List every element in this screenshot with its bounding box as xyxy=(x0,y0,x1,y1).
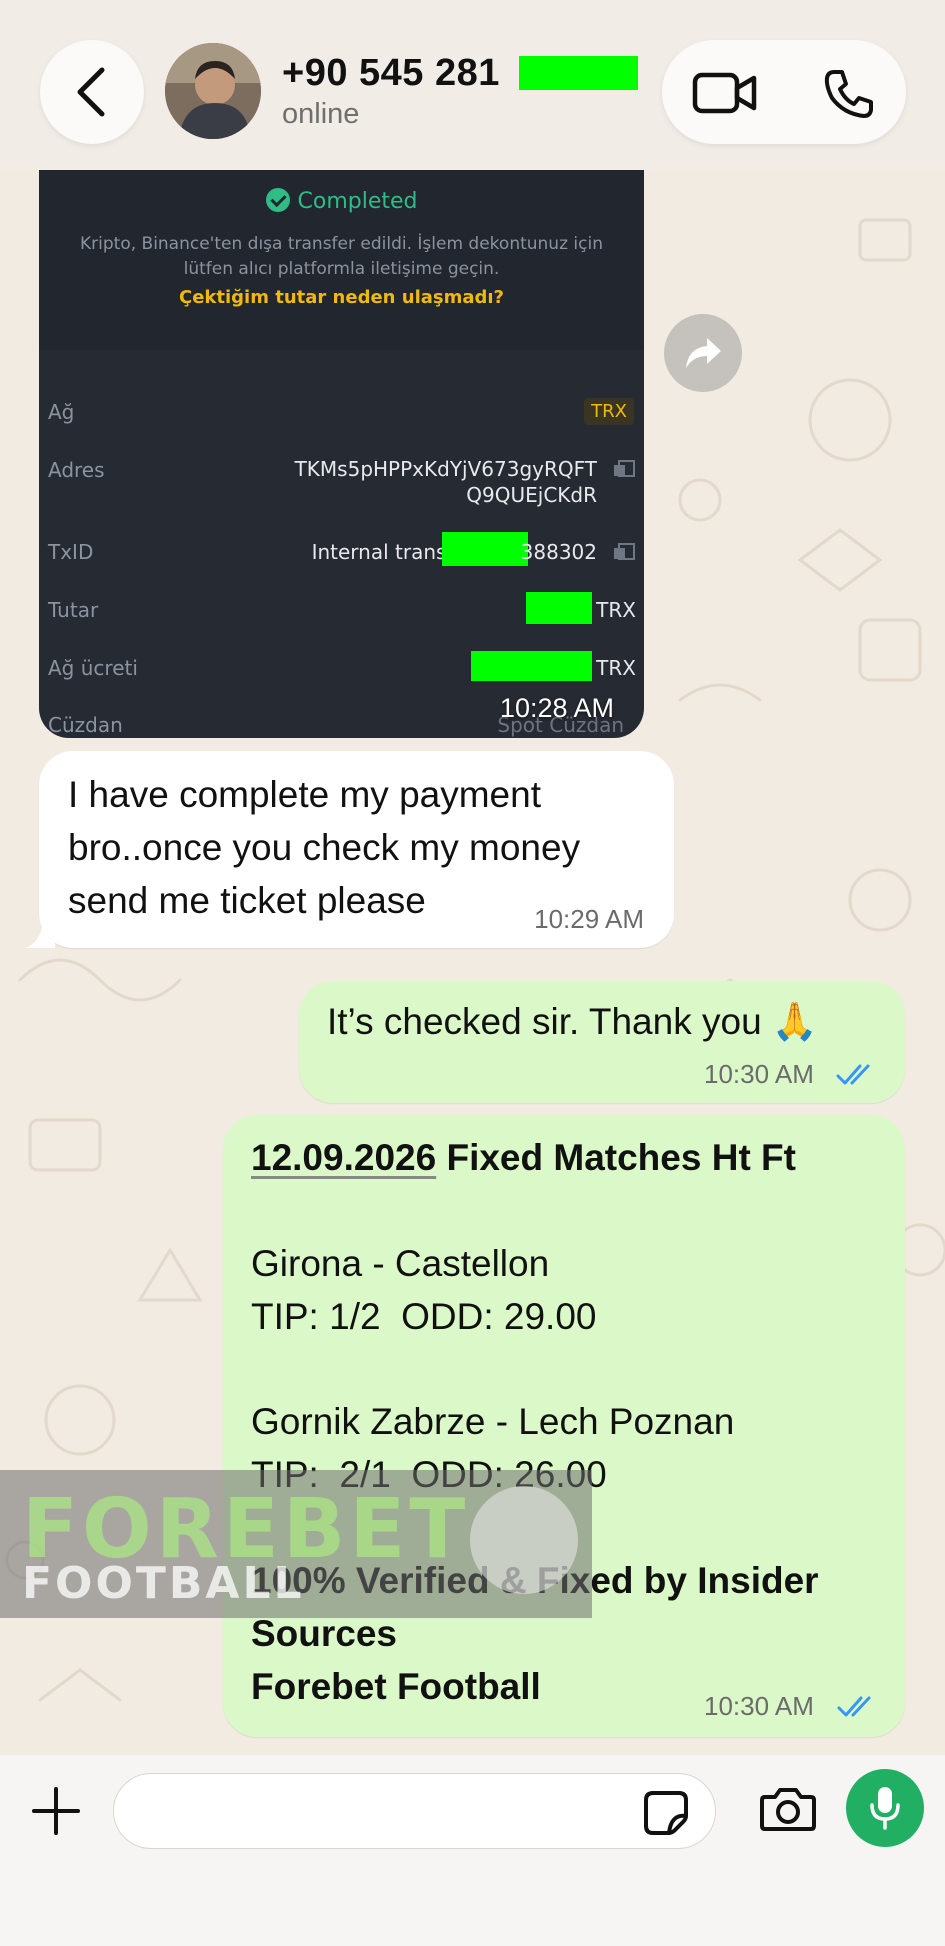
footer-line-2: Sources xyxy=(251,1613,398,1654)
soccer-ball-icon xyxy=(470,1486,578,1594)
microphone-icon xyxy=(870,1787,900,1830)
redaction-box xyxy=(471,651,592,681)
row-label-fee: Ağ ücreti xyxy=(48,656,138,680)
message-composer xyxy=(0,1755,945,1946)
network-badge: TRX xyxy=(584,398,634,425)
row-label-network: Ağ xyxy=(48,400,75,424)
camera-icon[interactable] xyxy=(759,1786,817,1832)
address-value: TKMs5pHPPxKdYjV673gyRQFT Q9QUEjCKdR xyxy=(294,457,597,507)
incoming-message[interactable]: I have complete my payment bro..once you… xyxy=(25,751,674,948)
copy-icon xyxy=(614,543,635,561)
watermark-line-2: FOOTBALL xyxy=(22,1558,305,1609)
redaction-box xyxy=(519,56,638,90)
transfer-note: Kripto, Binance'ten dışa transfer edildi… xyxy=(80,234,603,279)
video-camera-icon[interactable] xyxy=(692,70,758,116)
fee-unit: TRX xyxy=(596,656,636,680)
message-time: 10:28 AM xyxy=(499,693,614,723)
check-circle-icon xyxy=(265,188,290,212)
date-link[interactable]: 12.09.2026 xyxy=(251,1137,436,1178)
message-input[interactable] xyxy=(113,1773,716,1849)
message-time: 10:30 AM xyxy=(704,1691,814,1721)
message-text: It’s checked sir. Thank you 🙏 xyxy=(327,1001,818,1042)
match-2: Gornik Zabrze - Lech Poznan xyxy=(251,1401,735,1442)
redaction-box xyxy=(442,532,528,566)
read-ticks-icon xyxy=(837,1696,871,1717)
sticker-icon[interactable] xyxy=(643,1790,689,1836)
row-label-txid: TxID xyxy=(48,540,94,564)
tips-title: Fixed Matches Ht Ft xyxy=(446,1137,796,1178)
image-message[interactable]: Completed Kripto, Binance'ten dışa trans… xyxy=(39,170,644,738)
txid-suffix: 388302 xyxy=(520,540,597,564)
outgoing-message[interactable]: It’s checked sir. Thank you 🙏 10:30 AM xyxy=(299,981,905,1103)
completed-status: Completed xyxy=(39,188,644,214)
help-link: Çektiğim tutar neden ulaşmadı? xyxy=(179,287,504,308)
bubble-tail xyxy=(25,922,55,948)
read-ticks-icon xyxy=(836,1064,870,1085)
copy-icon xyxy=(614,460,635,478)
row-label-wallet: Cüzdan xyxy=(48,713,123,737)
chevron-left-icon xyxy=(77,67,105,117)
message-text: I have complete my payment bro..once you… xyxy=(68,774,581,921)
match-1: Girona - Castellon xyxy=(251,1243,550,1284)
avatar-image xyxy=(165,43,261,139)
tips-heading: 12.09.2026 Fixed Matches Ht Ft xyxy=(251,1137,796,1179)
phone-icon[interactable] xyxy=(822,68,874,120)
watermark: FOREBET FOOTBALL xyxy=(0,1470,592,1618)
message-time: 10:29 AM xyxy=(534,904,644,934)
back-button[interactable] xyxy=(40,40,144,144)
message-time: 10:30 AM xyxy=(704,1059,814,1089)
footer-line-3: Forebet Football xyxy=(251,1666,541,1707)
microphone-button[interactable] xyxy=(846,1769,924,1847)
call-actions xyxy=(662,40,906,144)
redaction-box xyxy=(526,592,592,624)
plus-icon[interactable] xyxy=(30,1785,82,1837)
row-label-address: Adres xyxy=(48,458,105,482)
row-label-amount: Tutar xyxy=(48,598,99,622)
contact-status: online xyxy=(282,98,360,130)
forward-button[interactable] xyxy=(664,314,742,392)
forward-arrow-icon xyxy=(686,338,721,368)
completed-label: Completed xyxy=(297,189,418,214)
chat-header: +90 545 281 online xyxy=(0,0,945,170)
tip-1: TIP: 1/2 ODD: 29.00 xyxy=(251,1296,597,1337)
contact-name[interactable]: +90 545 281 xyxy=(282,52,500,95)
contact-avatar[interactable] xyxy=(165,43,261,139)
amount-unit: TRX xyxy=(596,598,636,622)
